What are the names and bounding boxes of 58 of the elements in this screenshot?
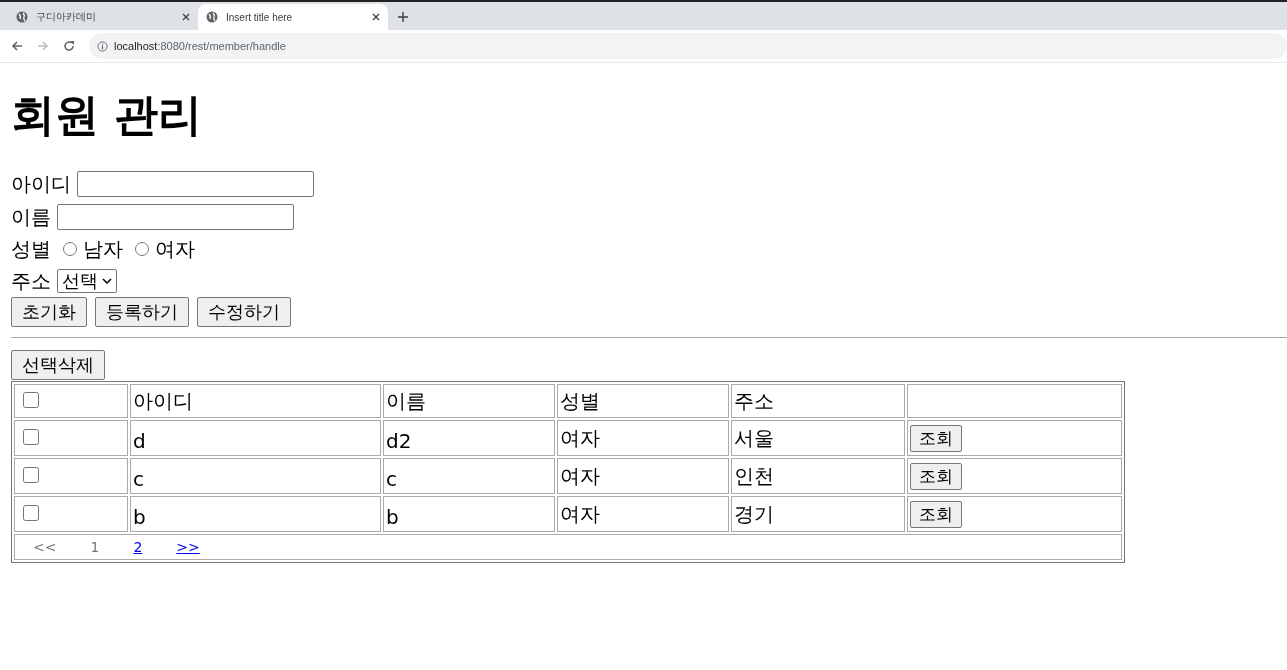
globe-icon — [16, 11, 28, 23]
form-button[interactable]: 수정하기 — [197, 297, 291, 327]
page-title: 회원 관리 — [11, 93, 204, 137]
input-field[interactable] — [57, 204, 294, 230]
table-cell: 여자 — [557, 458, 729, 494]
view-button[interactable]: 조회 — [910, 500, 962, 528]
checkbox[interactable] — [23, 467, 39, 483]
globe-icon — [206, 11, 218, 23]
column-header: 성별 — [557, 384, 729, 418]
table-cell: 경기 — [731, 496, 905, 532]
browser-tab[interactable]: 구디아카데미 — [8, 4, 198, 30]
tab-title: 구디아카데미 — [36, 10, 97, 24]
browser-tab[interactable]: Insert title here — [198, 4, 388, 30]
page-number: 1 — [90, 539, 100, 555]
field-label: 성별 — [11, 235, 51, 263]
table-cell: 여자 — [557, 496, 729, 532]
radio-button[interactable] — [63, 242, 77, 256]
column-header: 이름 — [383, 384, 555, 418]
radio-button[interactable] — [135, 242, 149, 256]
close-icon[interactable] — [182, 13, 190, 21]
table-cell: 인천 — [731, 458, 905, 494]
reload-icon[interactable] — [63, 40, 75, 52]
table-cell: b — [130, 496, 381, 532]
dropdown[interactable]: 선택 — [57, 269, 117, 293]
page-link[interactable]: 2 — [133, 539, 143, 555]
column-header: 주소 — [731, 384, 905, 418]
table-cell: d — [130, 420, 381, 456]
field-label: 이름 — [11, 203, 51, 231]
url-text: localhost:8080/rest/member/handle — [114, 40, 286, 52]
field-label: 아이디 — [11, 170, 71, 198]
close-icon[interactable] — [372, 13, 380, 21]
table-cell: 서울 — [731, 420, 905, 456]
table-cell: d2 — [383, 420, 555, 456]
checkbox[interactable] — [23, 392, 39, 408]
view-button[interactable]: 조회 — [910, 462, 962, 490]
tab-title: Insert title here — [226, 11, 294, 23]
table-cell: c — [383, 458, 555, 494]
form-button[interactable]: 등록하기 — [95, 297, 189, 327]
address-bar[interactable]: localhost:8080/rest/member/handle — [89, 33, 1287, 59]
new-tab-icon[interactable] — [398, 12, 408, 22]
info-icon — [97, 40, 108, 52]
chevron-icon — [102, 278, 112, 284]
field-label: 주소 — [11, 267, 51, 295]
table-cell: c — [130, 458, 381, 494]
checkbox[interactable] — [23, 429, 39, 445]
column-header: 아이디 — [130, 384, 381, 418]
table-cell: b — [383, 496, 555, 532]
page-number: << — [33, 539, 57, 555]
table-cell: 여자 — [557, 420, 729, 456]
form-button[interactable]: 초기화 — [11, 297, 87, 327]
page-link[interactable]: >> — [176, 539, 200, 555]
radio-label: 남자 — [83, 235, 123, 263]
back-icon[interactable] — [11, 40, 23, 52]
delete-selected-button[interactable]: 선택삭제 — [11, 350, 105, 380]
checkbox[interactable] — [23, 505, 39, 521]
input-field[interactable] — [77, 171, 314, 197]
view-button[interactable]: 조회 — [910, 424, 962, 452]
radio-label: 여자 — [155, 235, 195, 263]
